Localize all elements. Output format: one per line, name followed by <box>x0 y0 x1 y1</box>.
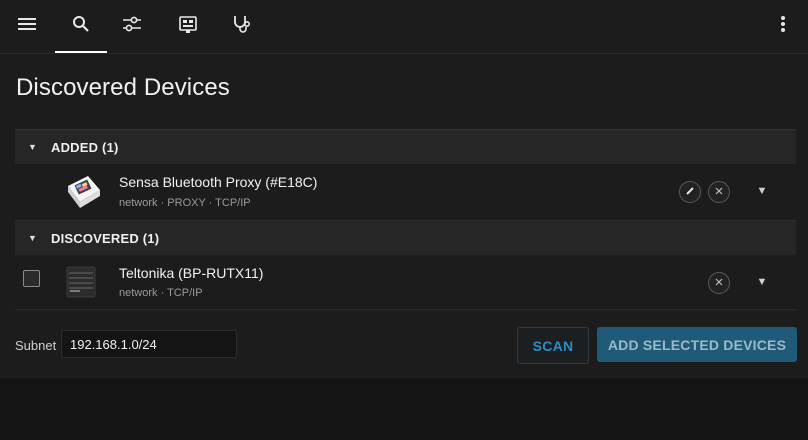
section-header-added[interactable]: ▼ ADDED (1) <box>15 129 796 165</box>
chevron-down-icon: ▼ <box>756 185 768 197</box>
tab-diagnostics[interactable] <box>217 0 267 53</box>
more-options-button[interactable] <box>768 0 798 53</box>
tab-search[interactable] <box>55 0 107 53</box>
section-label-discovered: DISCOVERED (1) <box>51 230 160 246</box>
menu-icon <box>17 16 37 37</box>
top-toolbar <box>0 0 808 54</box>
tune-icon <box>121 14 143 39</box>
device-thumbnail-proxy <box>62 170 104 212</box>
chevron-down-icon: ▼ <box>756 276 768 288</box>
search-icon <box>72 15 90 38</box>
collapse-triangle-icon: ▼ <box>28 142 37 152</box>
stethoscope-icon <box>232 14 252 39</box>
add-selected-devices-button[interactable]: ADD SELECTED DEVICES <box>597 327 797 362</box>
list-item-discovered-device[interactable]: Teltonika (BP-RUTX11) network · TCP/IP ▼ <box>15 255 796 310</box>
section-header-discovered[interactable]: ▼ DISCOVERED (1) <box>15 220 796 256</box>
device-name: Sensa Bluetooth Proxy (#E18C) <box>119 174 318 190</box>
page-title: Discovered Devices <box>16 74 230 101</box>
device-details: network · TCP/IP <box>119 287 203 299</box>
dismiss-device-button[interactable] <box>708 272 730 294</box>
remove-device-button[interactable] <box>708 181 730 203</box>
tab-settings[interactable] <box>107 0 157 53</box>
list-item-added-device[interactable]: Sensa Bluetooth Proxy (#E18C) network · … <box>15 164 796 221</box>
expand-row-button[interactable]: ▼ <box>755 275 769 289</box>
close-icon <box>714 183 724 201</box>
scan-button[interactable]: SCAN <box>517 327 589 364</box>
device-name: Teltonika (BP-RUTX11) <box>119 265 264 281</box>
device-thumbnail-router <box>63 263 99 301</box>
pencil-icon <box>685 183 695 201</box>
menu-button[interactable] <box>2 0 52 53</box>
device-details: network · PROXY · TCP/IP <box>119 197 251 209</box>
chip-icon <box>178 14 198 39</box>
edit-device-button[interactable] <box>679 181 701 203</box>
subnet-label: Subnet <box>15 338 57 353</box>
subnet-input[interactable] <box>61 330 237 358</box>
more-vert-icon <box>780 15 786 38</box>
device-select-checkbox[interactable] <box>23 270 40 287</box>
collapse-triangle-icon: ▼ <box>28 233 37 243</box>
tab-devices[interactable] <box>163 0 213 53</box>
close-icon <box>714 274 724 292</box>
section-label-added: ADDED (1) <box>51 139 119 155</box>
app-window: Discovered Devices ▼ ADDED (1) Sensa Blu… <box>0 0 808 378</box>
expand-row-button[interactable]: ▼ <box>755 184 769 198</box>
